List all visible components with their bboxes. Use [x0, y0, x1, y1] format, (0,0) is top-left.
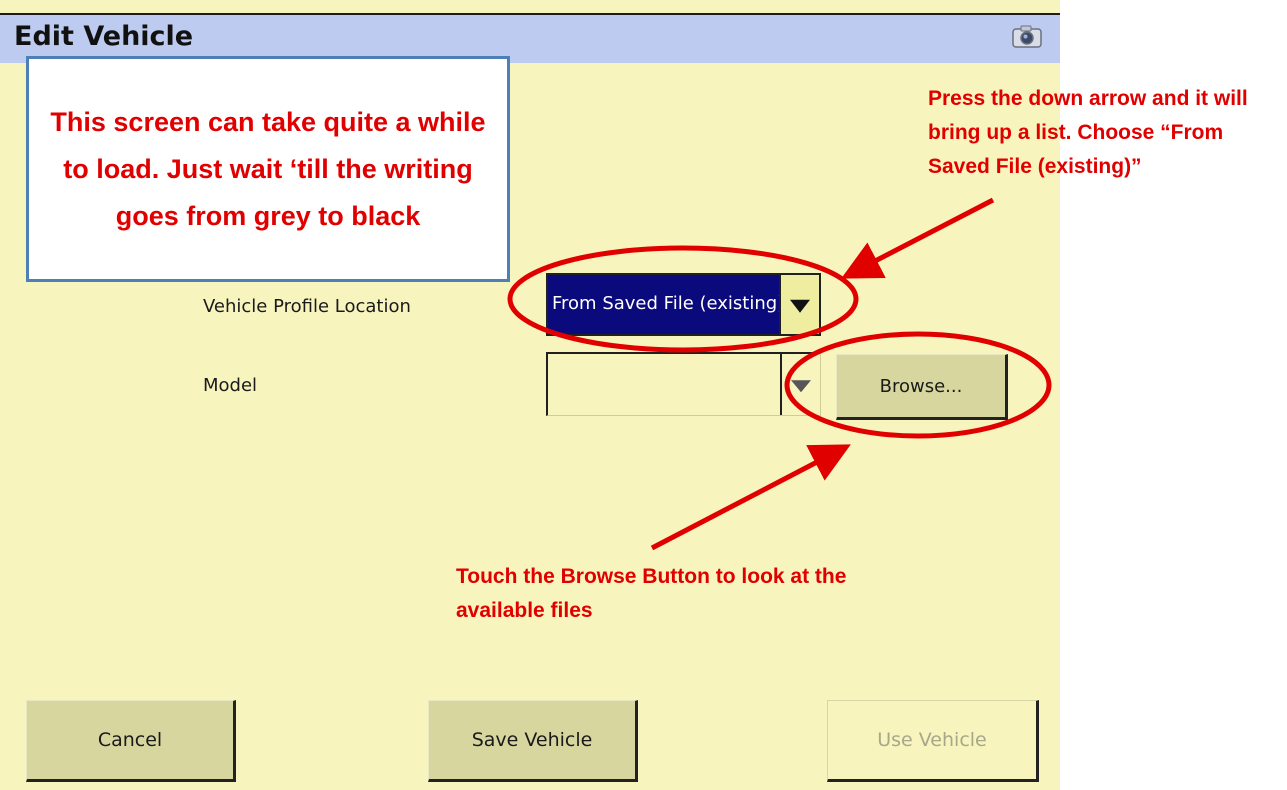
profile-location-dropdown[interactable]: From Saved File (existing): [546, 273, 821, 336]
profile-dropdown-arrow-button[interactable]: [779, 275, 819, 334]
model-label: Model: [203, 375, 258, 396]
chevron-down-icon: [791, 379, 811, 392]
loading-note-callout: This screen can take quite a while to lo…: [26, 56, 510, 282]
browse-annotation-text: Touch the Browse Button to look at the a…: [456, 565, 847, 622]
profile-location-value: From Saved File (existing): [552, 293, 780, 314]
cancel-button[interactable]: Cancel: [26, 700, 236, 782]
profile-location-label: Vehicle Profile Location: [203, 296, 411, 317]
model-dropdown[interactable]: [546, 352, 821, 416]
model-dropdown-arrow-button[interactable]: [780, 354, 820, 415]
camera-icon[interactable]: [1012, 24, 1042, 48]
dropdown-annotation-text: Press the down arrow and it will bring u…: [928, 87, 1248, 178]
browse-button[interactable]: Browse...: [836, 354, 1008, 420]
window-title: Edit Vehicle: [14, 21, 194, 52]
chevron-down-icon: [790, 299, 810, 313]
save-vehicle-button[interactable]: Save Vehicle: [428, 700, 638, 782]
use-vehicle-button[interactable]: Use Vehicle: [827, 700, 1039, 782]
